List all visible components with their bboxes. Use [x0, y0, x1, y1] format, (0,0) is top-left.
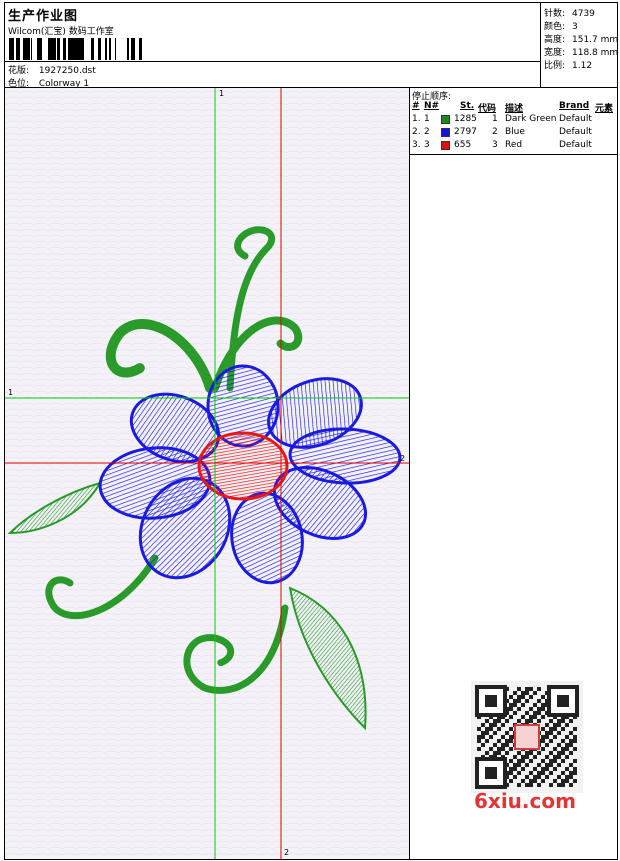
stop-needle: 1 — [424, 114, 430, 124]
col-brand: Brand — [559, 101, 590, 111]
col-num: # — [412, 101, 420, 111]
embroidery-design — [5, 88, 409, 859]
qr-code-icon — [471, 681, 583, 793]
stop-num: 1. — [412, 114, 421, 124]
stat-label: 比例: — [544, 61, 566, 71]
stop-brand: Default — [559, 127, 592, 137]
axis-label-v1: 1 — [219, 89, 225, 98]
stat-stitches: 针数: 4739 — [544, 6, 595, 19]
header-panel: 生产作业图 Wilcom(汇宝) 数码工作室 花版: 1927250.dst 色… — [4, 2, 618, 89]
stat-label: 颜色: — [544, 22, 566, 32]
stop-stitches: 1285 — [454, 114, 477, 124]
stop-brand: Default — [559, 114, 592, 124]
design-file-label: 花版: — [8, 66, 30, 76]
company-name: Wilcom(汇宝) 数码工作室 — [8, 27, 114, 37]
stop-stitches: 2797 — [454, 127, 477, 137]
stop-sequence-panel: 停止顺序: # N# St. 代码 描述 Brand 元素 1. 1 1285 1 Da… — [409, 87, 618, 155]
stop-desc: Dark Green — [505, 114, 557, 124]
stop-desc: Red — [505, 140, 523, 150]
col-desc: 描述 — [505, 104, 524, 114]
stats-panel: 针数: 4739 颜色: 3 高度: 151.7 mm 宽度: 118.8 mm 比例:… — [540, 3, 618, 87]
stat-scale: 比例: 1.12 — [544, 58, 592, 71]
stat-height: 高度: 151.7 mm — [544, 32, 618, 45]
flower-center — [197, 431, 289, 501]
axis-label-h2: 2 — [400, 454, 406, 463]
stat-width: 宽度: 118.8 mm — [544, 45, 618, 58]
axis-label-h1: 1 — [8, 388, 14, 397]
barcode-icon — [9, 38, 142, 60]
stop-desc: Blue — [505, 127, 525, 137]
design-file-row: 花版: 1927250.dst — [8, 63, 96, 76]
stat-label: 宽度: — [544, 48, 566, 58]
stat-value: 1.12 — [572, 61, 593, 71]
stop-code: 1 — [492, 114, 498, 124]
page-title: 生产作业图 — [8, 9, 79, 24]
color-swatch — [441, 141, 450, 150]
stat-label: 针数: — [544, 9, 566, 19]
stop-brand: Default — [559, 140, 592, 150]
col-code: 代码 — [478, 104, 497, 114]
stop-code: 3 — [492, 140, 498, 150]
stat-value: 3 — [572, 22, 578, 32]
stat-value: 151.7 mm — [572, 35, 619, 45]
col-stitches: St. — [460, 101, 475, 111]
stat-colors: 颜色: 3 — [544, 19, 578, 32]
header-info: 生产作业图 Wilcom(汇宝) 数码工作室 花版: 1927250.dst 色… — [5, 3, 540, 89]
stop-num: 2. — [412, 127, 421, 137]
stop-row[interactable]: 3. 3 655 3 Red Default — [410, 140, 617, 152]
stat-value: 4739 — [572, 9, 595, 19]
stop-stitches: 655 — [454, 140, 472, 150]
stop-needle: 2 — [424, 127, 430, 137]
axis-label-v2: 2 — [284, 848, 290, 857]
design-file-value: 1927250.dst — [38, 66, 96, 76]
col-element: 元素 — [595, 104, 614, 114]
color-swatch — [441, 128, 450, 137]
stop-row[interactable]: 2. 2 2797 2 Blue Default — [410, 127, 617, 139]
stop-needle: 3 — [424, 140, 430, 150]
stop-table-header: # N# St. 代码 描述 Brand 元素 — [410, 101, 617, 114]
color-swatch — [441, 115, 450, 124]
design-canvas[interactable]: 1 1 2 2 — [4, 87, 410, 860]
stat-value: 118.8 mm — [572, 48, 619, 58]
col-needle: N# — [424, 101, 440, 111]
stat-label: 高度: — [544, 35, 566, 45]
meta-divider — [5, 61, 540, 62]
stop-num: 3. — [412, 140, 421, 150]
stop-code: 2 — [492, 127, 498, 137]
watermark: 6xiu.com — [474, 789, 576, 813]
stop-row[interactable]: 1. 1 1285 1 Dark Green Default — [410, 114, 617, 126]
